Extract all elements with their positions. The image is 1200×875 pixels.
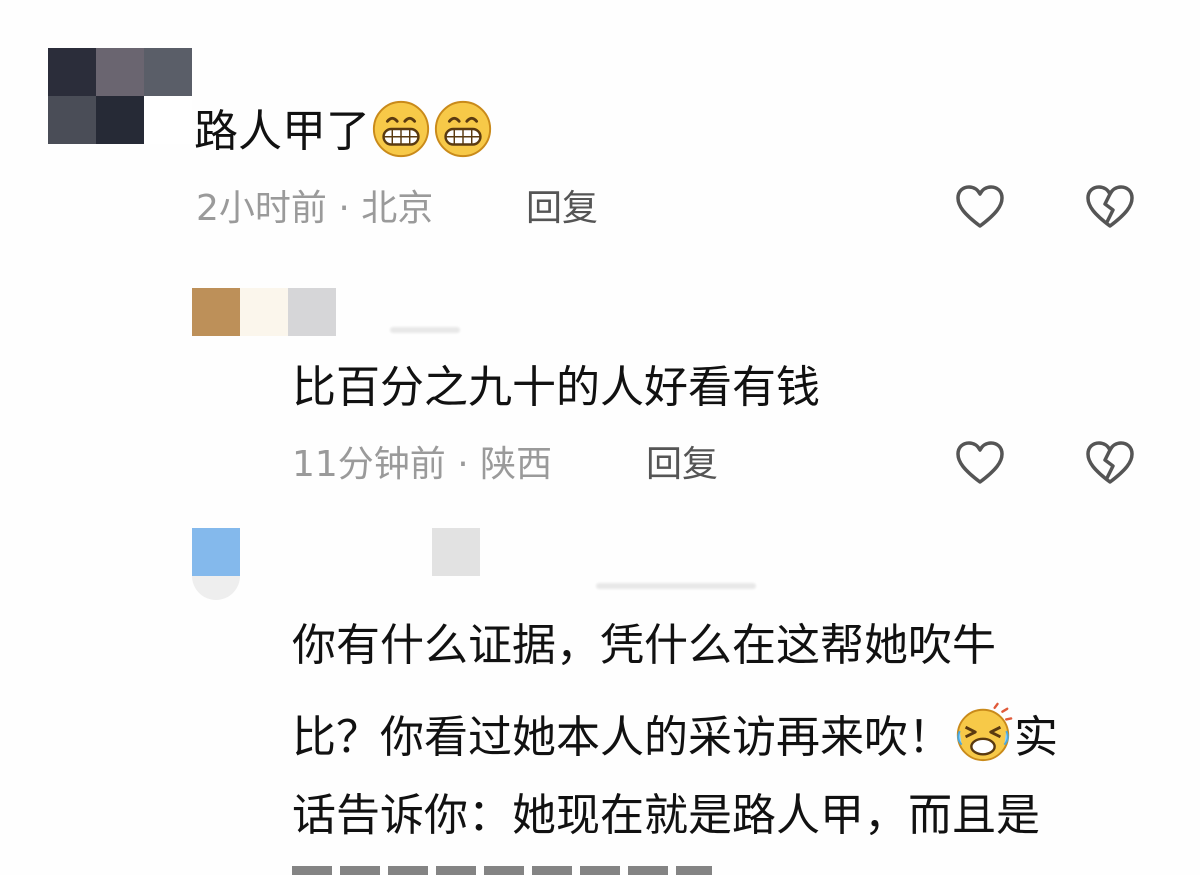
username-redacted: [390, 327, 460, 333]
crying-laughing-emoji: [956, 702, 1013, 762]
heart-outline-icon[interactable]: [954, 438, 1006, 490]
meta-separator: ·: [338, 188, 350, 229]
broken-heart-icon[interactable]: [1084, 182, 1136, 234]
comment-text-line: 你有什么证据，凭什么在这帮她吹牛: [292, 620, 996, 671]
heart-outline-icon[interactable]: [954, 182, 1006, 234]
reply-button[interactable]: 回复: [646, 441, 718, 489]
comment-time: 11分钟前: [292, 444, 446, 485]
comment-meta: 11分钟前 · 陕西: [292, 441, 552, 489]
avatar[interactable]: [192, 528, 240, 600]
username-redacted: [596, 583, 756, 589]
avatar[interactable]: [192, 288, 336, 336]
comment-thread: 路人甲了 2小时前 · 北京 回复 比百分之九十的人好看有钱 11分钟前 · 陕…: [0, 0, 1200, 875]
reply-button[interactable]: 回复: [526, 185, 598, 233]
comment-text-segment: 实: [1014, 712, 1058, 763]
username-redacted: [432, 528, 480, 576]
comment-text-line: 比？你看过她本人的采访再来吹！ 实: [292, 702, 1058, 768]
grin-emoji: [372, 100, 430, 158]
comment-location: 北京: [361, 188, 434, 229]
comment-meta: 2小时前 · 北京: [196, 185, 433, 233]
comment-text: 比百分之九十的人好看有钱: [292, 362, 820, 413]
meta-separator: ·: [457, 444, 469, 485]
avatar[interactable]: [48, 48, 192, 144]
comment-text-line-cutoff: [292, 866, 712, 875]
comment-text: 路人甲了: [194, 98, 494, 162]
comment-location: 陕西: [480, 444, 553, 485]
comment-text-line: 话告诉你：她现在就是路人甲，而且是: [292, 790, 1040, 841]
broken-heart-icon[interactable]: [1084, 438, 1136, 490]
comment-time: 2小时前: [196, 188, 327, 229]
grin-emoji: [434, 100, 492, 158]
comment-text-segment: 比？你看过她本人的采访再来吹！: [292, 712, 952, 763]
comment-body: 路人甲了: [194, 106, 370, 157]
